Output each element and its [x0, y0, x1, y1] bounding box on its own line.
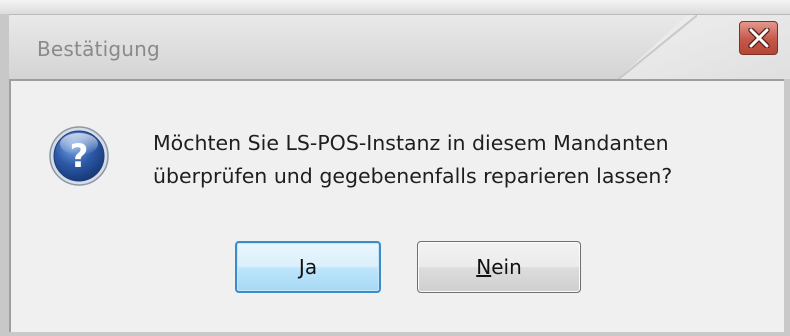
question-icon: ? [49, 126, 109, 186]
dialog-body: ? Möchten Sie LS-POS-Instanz in diesem M… [9, 79, 790, 336]
close-button[interactable] [739, 21, 778, 55]
no-button-label: ein [491, 255, 522, 279]
window-right-border [784, 79, 790, 336]
window-bottom-border [9, 332, 790, 336]
svg-text:?: ? [70, 137, 89, 175]
yes-button-label: a [304, 255, 318, 279]
dialog-message: Möchten Sie LS-POS-Instanz in diesem Man… [153, 127, 672, 193]
no-button-accelerator: N [476, 255, 492, 279]
dialog-title: Bestätigung [37, 37, 160, 61]
window-top-border [0, 0, 790, 14]
title-bar[interactable]: Bestätigung [9, 14, 790, 79]
close-icon [747, 28, 770, 48]
message-line-2: überprüfen und gegebenenfalls reparieren… [153, 164, 673, 188]
yes-button[interactable]: Ja [235, 241, 381, 293]
message-line-1: Möchten Sie LS-POS-Instanz in diesem Man… [153, 131, 669, 155]
no-button[interactable]: Nein [417, 241, 581, 293]
title-bar-glass-line [617, 15, 697, 79]
